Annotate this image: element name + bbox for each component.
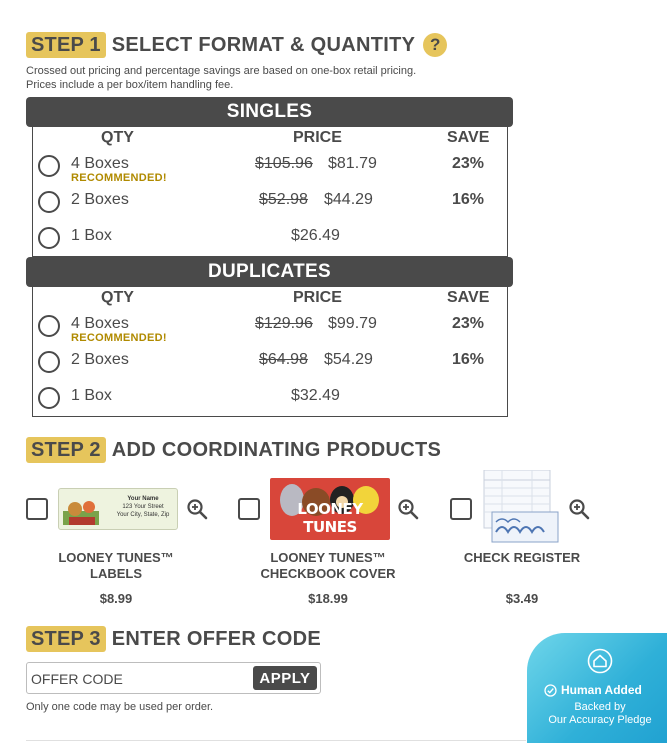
radio-button[interactable] — [38, 191, 60, 213]
check-register-price: $3.49 — [505, 591, 539, 606]
house-icon — [587, 648, 613, 674]
qty-label: 1 Box — [71, 387, 112, 404]
labels-character-art — [63, 501, 99, 525]
check-register-checkbox[interactable] — [450, 498, 472, 520]
labels-price: $8.99 — [99, 591, 133, 606]
step3-title: ENTER OFFER CODE — [111, 627, 322, 650]
checkbook-cover-name: LOONEY TUNES™ CHECKBOOK COVER — [260, 550, 396, 581]
check-register-art — [483, 469, 559, 543]
old-price: $105.96 — [255, 155, 313, 172]
singles-header: SINGLES — [26, 97, 513, 127]
save-percent: 16% — [451, 191, 485, 208]
save-percent: 23% — [451, 155, 485, 172]
singles-price-col: PRICE — [293, 129, 342, 146]
step2-badge: STEP 2 — [26, 437, 106, 463]
pledge-title: Human Added — [561, 683, 642, 697]
divider — [26, 740, 526, 741]
price: $26.49 — [291, 227, 340, 244]
radio-button[interactable] — [38, 387, 60, 409]
radio-button[interactable] — [38, 315, 60, 337]
offer-note: Only one code may be used per order. — [26, 701, 214, 713]
offer-code-field: APPLY — [26, 662, 321, 694]
pricing-note-line1: Crossed out pricing and percentage savin… — [26, 65, 417, 77]
save-percent: 16% — [451, 351, 485, 368]
old-price: $52.98 — [259, 191, 308, 208]
zoom-icon[interactable] — [186, 498, 208, 520]
singles-qty-col: QTY — [101, 129, 134, 146]
pricing-note-line2: Prices include a per box/item handling f… — [26, 79, 234, 91]
pricing-note: Crossed out pricing and percentage savin… — [26, 64, 416, 92]
step3-heading: STEP 3 ENTER OFFER CODE — [26, 626, 321, 652]
zoom-icon[interactable] — [397, 498, 419, 520]
recommended-badge: RECOMMENDED! — [71, 172, 167, 184]
price: $54.29 — [324, 351, 373, 368]
labels-checkbox[interactable] — [26, 498, 48, 520]
duplicates-header: DUPLICATES — [26, 257, 513, 287]
check-circle-icon — [544, 683, 557, 697]
price: $44.29 — [324, 191, 373, 208]
help-icon[interactable]: ? — [423, 33, 448, 57]
qty-label: 2 Boxes — [71, 191, 129, 208]
qty-label: 1 Box — [71, 227, 112, 244]
singles-option-2[interactable]: 2 Boxes $52.98 $44.29 16% — [38, 188, 498, 218]
labels-image[interactable]: Your Name 123 Your Street Your City, Sta… — [58, 488, 178, 530]
radio-button[interactable] — [38, 351, 60, 373]
qty-label: 4 Boxes — [71, 155, 129, 172]
old-price: $64.98 — [259, 351, 308, 368]
duplicates-option-2[interactable]: 2 Boxes $64.98 $54.29 16% — [38, 348, 498, 378]
step1-badge: STEP 1 — [26, 32, 106, 58]
check-register-name: CHECK REGISTER — [463, 550, 581, 565]
radio-button[interactable] — [38, 155, 60, 177]
save-percent: 23% — [451, 315, 485, 332]
offer-code-input[interactable] — [31, 667, 251, 691]
step1-title: SELECT FORMAT & QUANTITY — [111, 33, 416, 56]
duplicates-option-4[interactable]: 4 Boxes RECOMMENDED! $129.96 $99.79 23% — [38, 312, 498, 344]
pledge-text: Backed by Our Accuracy Pledge — [548, 701, 652, 726]
recommended-badge: RECOMMENDED! — [71, 332, 167, 344]
step1-heading: STEP 1 SELECT FORMAT & QUANTITY ? — [26, 32, 448, 58]
step3-badge: STEP 3 — [26, 626, 106, 652]
checkbook-cover-checkbox[interactable] — [238, 498, 260, 520]
radio-button[interactable] — [38, 227, 60, 249]
qty-label: 4 Boxes — [71, 315, 129, 332]
price: $99.79 — [328, 315, 377, 332]
accuracy-pledge-badge[interactable]: Human Added Backed by Our Accuracy Pledg… — [527, 633, 667, 743]
duplicates-qty-col: QTY — [101, 289, 134, 306]
checkbook-cover-price: $18.99 — [308, 591, 348, 606]
checkbook-cover-image[interactable]: LOONEY TUNES — [270, 478, 390, 540]
singles-option-4[interactable]: 4 Boxes RECOMMENDED! $105.96 $81.79 23% — [38, 152, 498, 184]
labels-name: LOONEY TUNES™ LABELS — [58, 550, 174, 581]
apply-button[interactable]: APPLY — [253, 666, 317, 690]
duplicates-price-col: PRICE — [293, 289, 342, 306]
qty-label: 2 Boxes — [71, 351, 129, 368]
labels-address-text: Your Name 123 Your Street Your City, Sta… — [116, 496, 170, 518]
duplicates-save-col: SAVE — [447, 289, 490, 306]
zoom-icon[interactable] — [568, 498, 590, 520]
step2-title: ADD COORDINATING PRODUCTS — [111, 438, 442, 461]
check-register-image[interactable] — [482, 469, 560, 548]
price: $81.79 — [328, 155, 377, 172]
singles-option-1[interactable]: 1 Box $26.49 — [38, 224, 498, 254]
pledge-title-row: Human Added — [544, 683, 666, 697]
step2-heading: STEP 2 ADD COORDINATING PRODUCTS — [26, 437, 441, 463]
price: $32.49 — [291, 387, 340, 404]
cover-title: LOONEY TUNES — [297, 500, 363, 536]
singles-save-col: SAVE — [447, 129, 490, 146]
old-price: $129.96 — [255, 315, 313, 332]
duplicates-option-1[interactable]: 1 Box $32.49 — [38, 384, 498, 414]
